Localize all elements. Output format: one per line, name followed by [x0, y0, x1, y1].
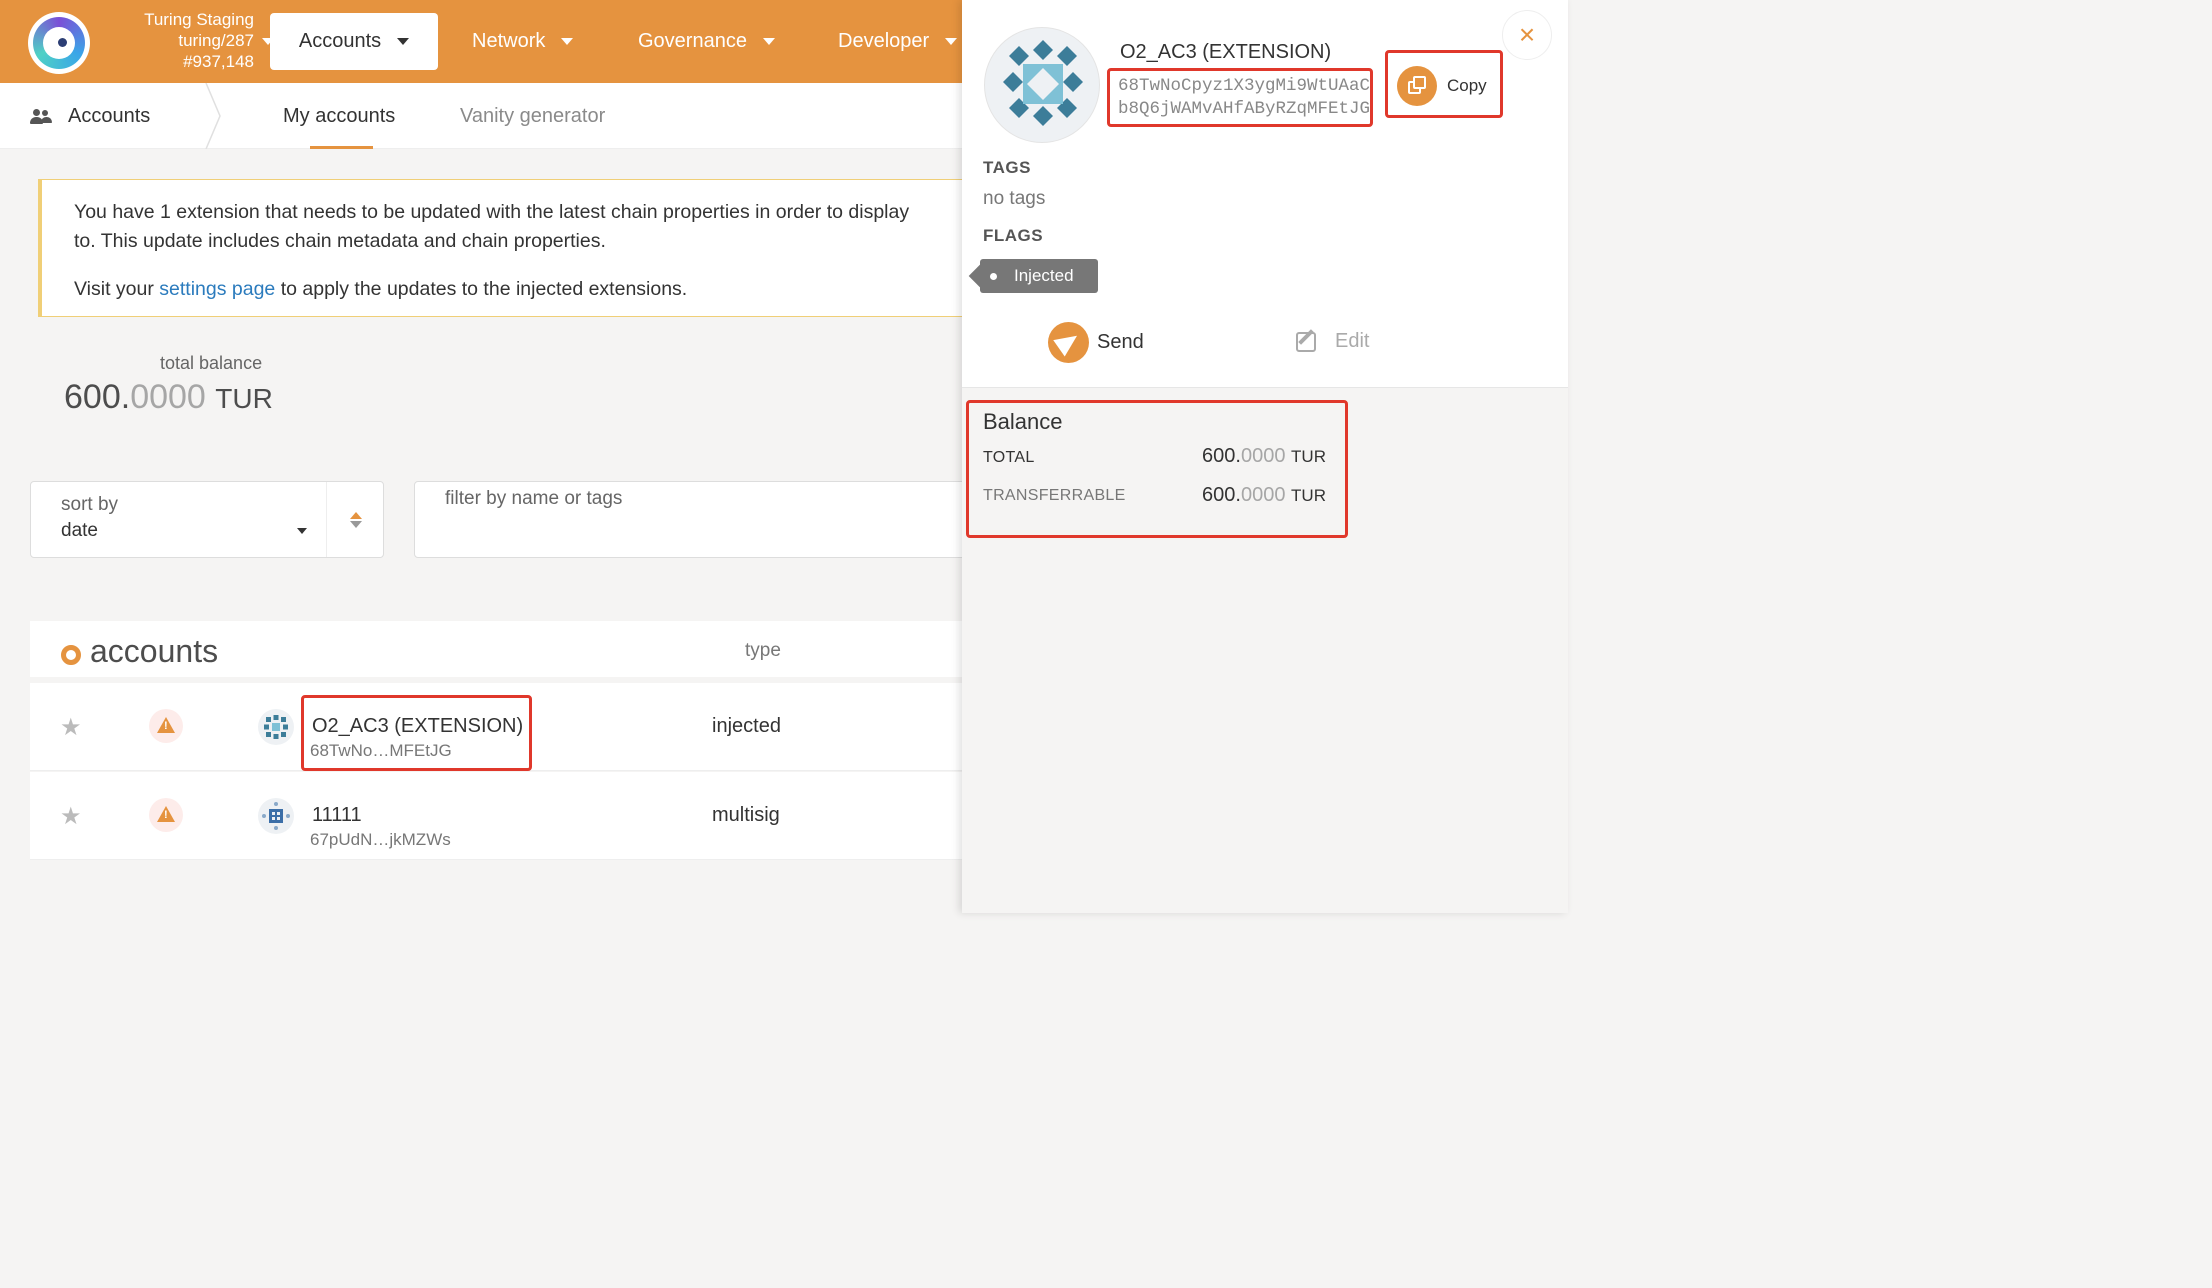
identicon[interactable] [258, 798, 294, 834]
flags-label: FLAGS [983, 226, 1044, 245]
sort-direction-icon[interactable] [349, 510, 363, 530]
notice-line-1: You have 1 extension that needs to be up… [74, 201, 910, 223]
table-row[interactable]: ★ ! 11111 67pUdN…jkMZWs multisig [30, 772, 970, 860]
subnav-title-label: Accounts [68, 105, 151, 127]
warning-icon: ! [149, 798, 183, 832]
sort-value: date [61, 520, 98, 541]
tab-vanity-generator[interactable]: Vanity generator [460, 105, 605, 128]
account-name[interactable]: 11111 [312, 804, 362, 827]
sort-dropdown[interactable]: sort by date [30, 481, 384, 558]
chevron-down-icon [397, 38, 410, 45]
warning-icon: ! [149, 709, 183, 743]
nav-network[interactable]: Network [472, 13, 574, 70]
nav-developer[interactable]: Developer [838, 13, 958, 70]
chain-selector[interactable]: Turing Staging turing/287 #937,148 [100, 9, 274, 72]
nav-developer-label: Developer [838, 30, 930, 52]
chain-name: Turing Staging [144, 10, 254, 29]
account-address[interactable]: 67pUdN…jkMZWs [310, 830, 451, 850]
nav-governance-label: Governance [638, 30, 747, 52]
total-balance-value: 600.0000 TUR [64, 378, 273, 417]
balance-integer: 600. [64, 378, 131, 416]
breadcrumb-separator [205, 83, 221, 149]
account-detail-panel: O2_AC3 (EXTENSION) 68TwNoCpyz1X3ygMi9WtU… [962, 0, 1568, 913]
sort-label: sort by [61, 494, 119, 515]
nav-accounts[interactable]: Accounts [270, 13, 438, 70]
chain-block: #937,148 [183, 52, 254, 71]
tags-value: no tags [983, 188, 1046, 209]
send-button[interactable]: Send [1048, 322, 1144, 363]
tab-my-accounts[interactable]: My accounts [283, 105, 395, 128]
total-balance-label: total balance [160, 353, 263, 373]
star-icon[interactable]: ★ [60, 802, 82, 831]
extension-update-notice: You have 1 extension that needs to be up… [38, 179, 998, 317]
divider [326, 482, 327, 557]
send-label: Send [1097, 331, 1144, 353]
notice-text: Visit your [74, 278, 160, 300]
panel-account-name: O2_AC3 (EXTENSION) [1120, 41, 1332, 63]
filter-input[interactable] [445, 488, 945, 510]
account-type: multisig [712, 804, 780, 826]
highlight-box [1385, 50, 1503, 118]
nav-accounts-label: Accounts [298, 30, 382, 52]
send-icon [1048, 322, 1089, 363]
nav-governance[interactable]: Governance [638, 13, 775, 70]
close-icon[interactable]: × [1502, 10, 1552, 60]
table-header: accounts type [30, 621, 970, 677]
settings-page-link[interactable]: settings page [159, 278, 275, 300]
highlight-box [966, 400, 1348, 538]
notice-line-2: to. This update includes chain metadata … [74, 230, 606, 252]
active-tab-indicator [310, 146, 373, 149]
people-icon [30, 108, 52, 125]
balance-fraction: 0000 [130, 378, 206, 416]
identicon[interactable] [984, 27, 1100, 143]
column-header-type: type [745, 640, 781, 661]
subnav-title: Accounts [30, 105, 150, 128]
notice-text: to apply the updates to the injected ext… [275, 278, 688, 300]
notice-line-3: Visit your settings page to apply the up… [74, 275, 965, 304]
account-type: injected [712, 715, 781, 737]
identicon[interactable] [258, 709, 294, 745]
chain-runtime: turing/287 [178, 31, 254, 50]
filter-field[interactable] [414, 481, 974, 558]
chain-logo-icon[interactable] [28, 12, 90, 74]
accounts-dot-icon [61, 645, 81, 665]
chevron-down-icon [561, 38, 574, 45]
edit-label: Edit [1335, 330, 1370, 352]
chevron-down-icon [297, 528, 307, 534]
chevron-down-icon [945, 38, 958, 45]
flag-badge: Injected [980, 259, 1098, 293]
highlight-box [301, 695, 532, 771]
edit-button[interactable]: Edit [1296, 328, 1370, 353]
nav-network-label: Network [472, 30, 546, 52]
edit-icon [1296, 328, 1316, 352]
flag-label: Injected [1014, 266, 1074, 285]
chevron-down-icon [762, 38, 775, 45]
highlight-box [1107, 68, 1373, 127]
balance-unit: TUR [215, 383, 273, 414]
star-icon[interactable]: ★ [60, 713, 82, 742]
tags-label: TAGS [983, 158, 1031, 177]
table-title: accounts [90, 633, 219, 669]
tag-dot-icon [990, 273, 997, 280]
